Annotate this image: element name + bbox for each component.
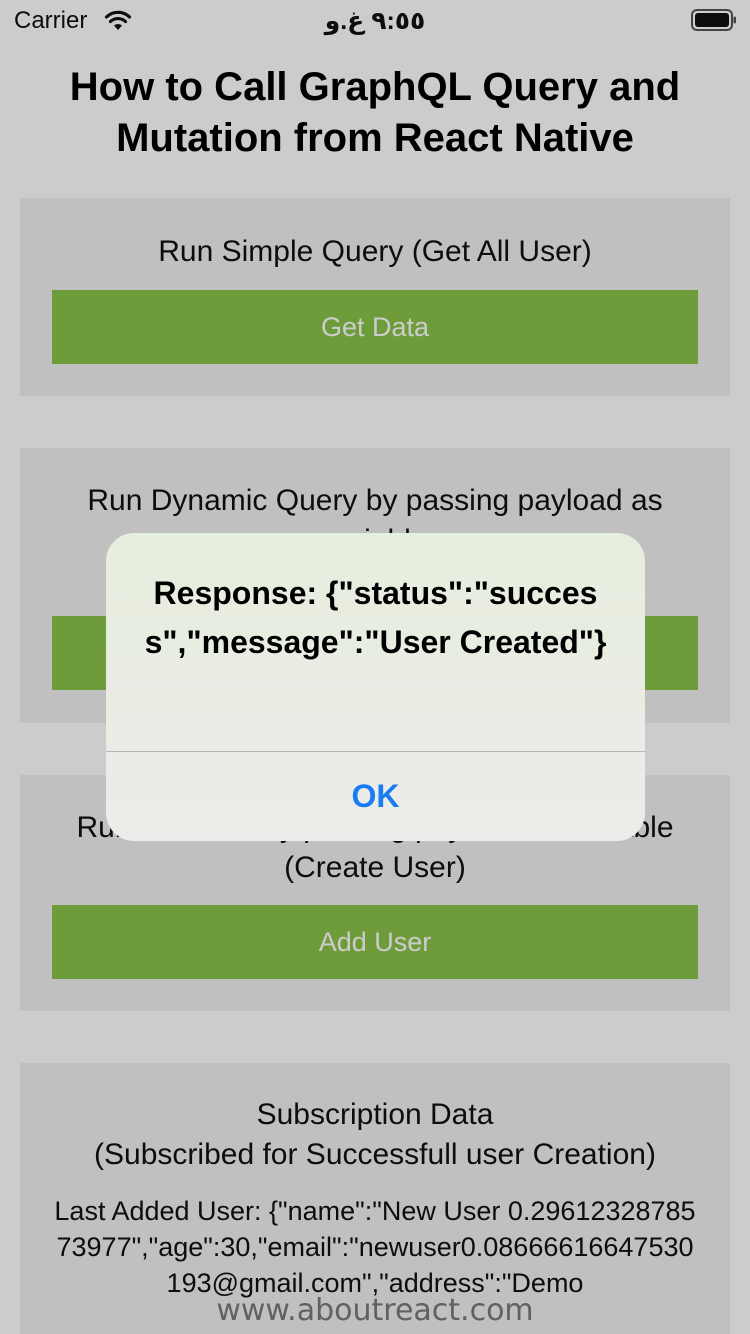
alert-message: Response: {"status":"success","message":… xyxy=(144,575,607,660)
response-alert: Response: {"status":"success","message":… xyxy=(106,533,645,841)
alert-ok-button[interactable]: OK xyxy=(106,752,645,841)
